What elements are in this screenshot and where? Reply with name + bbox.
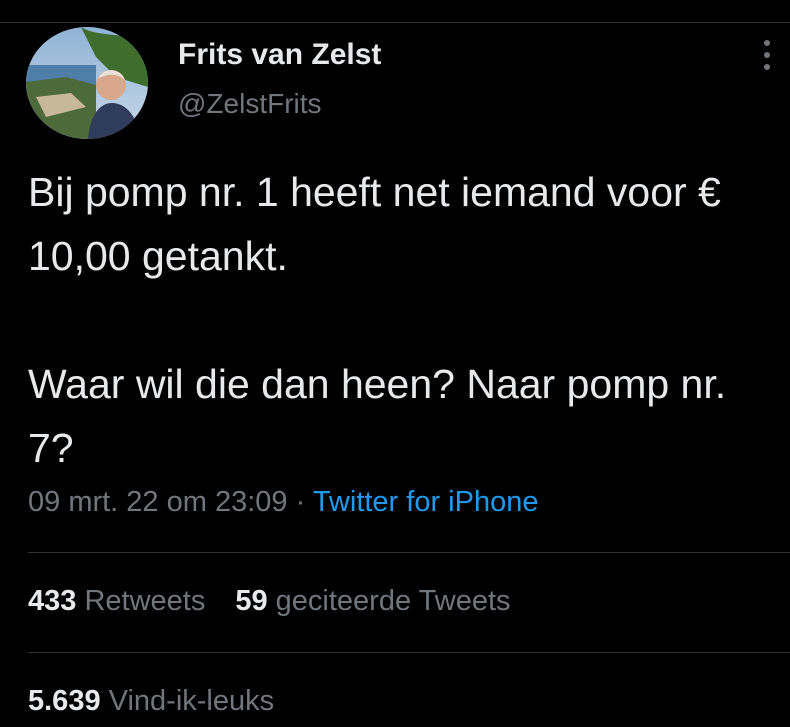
tweet-timestamp[interactable]: 09 mrt. 22 om 23:09 (28, 486, 288, 518)
more-options-button[interactable] (752, 38, 782, 72)
top-divider (0, 22, 790, 23)
more-vertical-icon (764, 52, 770, 58)
tweet-meta: 09 mrt. 22 om 23:09 · Twitter for iPhone (28, 486, 538, 519)
avatar[interactable] (26, 27, 148, 139)
more-vertical-icon (764, 64, 770, 70)
likes-stat[interactable]: 5.639 Vind-ik-leuks (28, 685, 274, 718)
tweet-paragraph: Bij pomp nr. 1 heeft net iemand voor € 1… (28, 169, 721, 279)
tweet-source-link[interactable]: Twitter for iPhone (313, 486, 539, 518)
likes-count: 5.639 (28, 685, 101, 717)
likes-label: Vind-ik-leuks (108, 685, 275, 717)
avatar-photo (26, 27, 148, 139)
likes-divider (28, 652, 790, 653)
retweets-label: Retweets (84, 585, 206, 617)
tweet-text: Bij pomp nr. 1 heeft net iemand voor € 1… (28, 160, 768, 480)
stats-divider (28, 552, 790, 553)
author-handle[interactable]: @ZelstFrits (178, 88, 322, 120)
tweet-paragraph: Waar wil die dan heen? Naar pomp nr. 7? (28, 361, 727, 471)
author-name[interactable]: Frits van Zelst (178, 38, 381, 72)
engagement-stats: 433 Retweets 59 geciteerde Tweets (28, 585, 511, 618)
meta-separator: · (295, 486, 306, 518)
quote-tweets-stat[interactable]: 59 geciteerde Tweets (235, 585, 510, 618)
quote-tweets-count: 59 (235, 585, 268, 617)
likes-stats: 5.639 Vind-ik-leuks (28, 685, 274, 718)
retweets-stat[interactable]: 433 Retweets (28, 585, 205, 618)
more-vertical-icon (764, 40, 770, 46)
retweets-count: 433 (28, 585, 77, 617)
quote-tweets-label: geciteerde Tweets (275, 585, 511, 617)
